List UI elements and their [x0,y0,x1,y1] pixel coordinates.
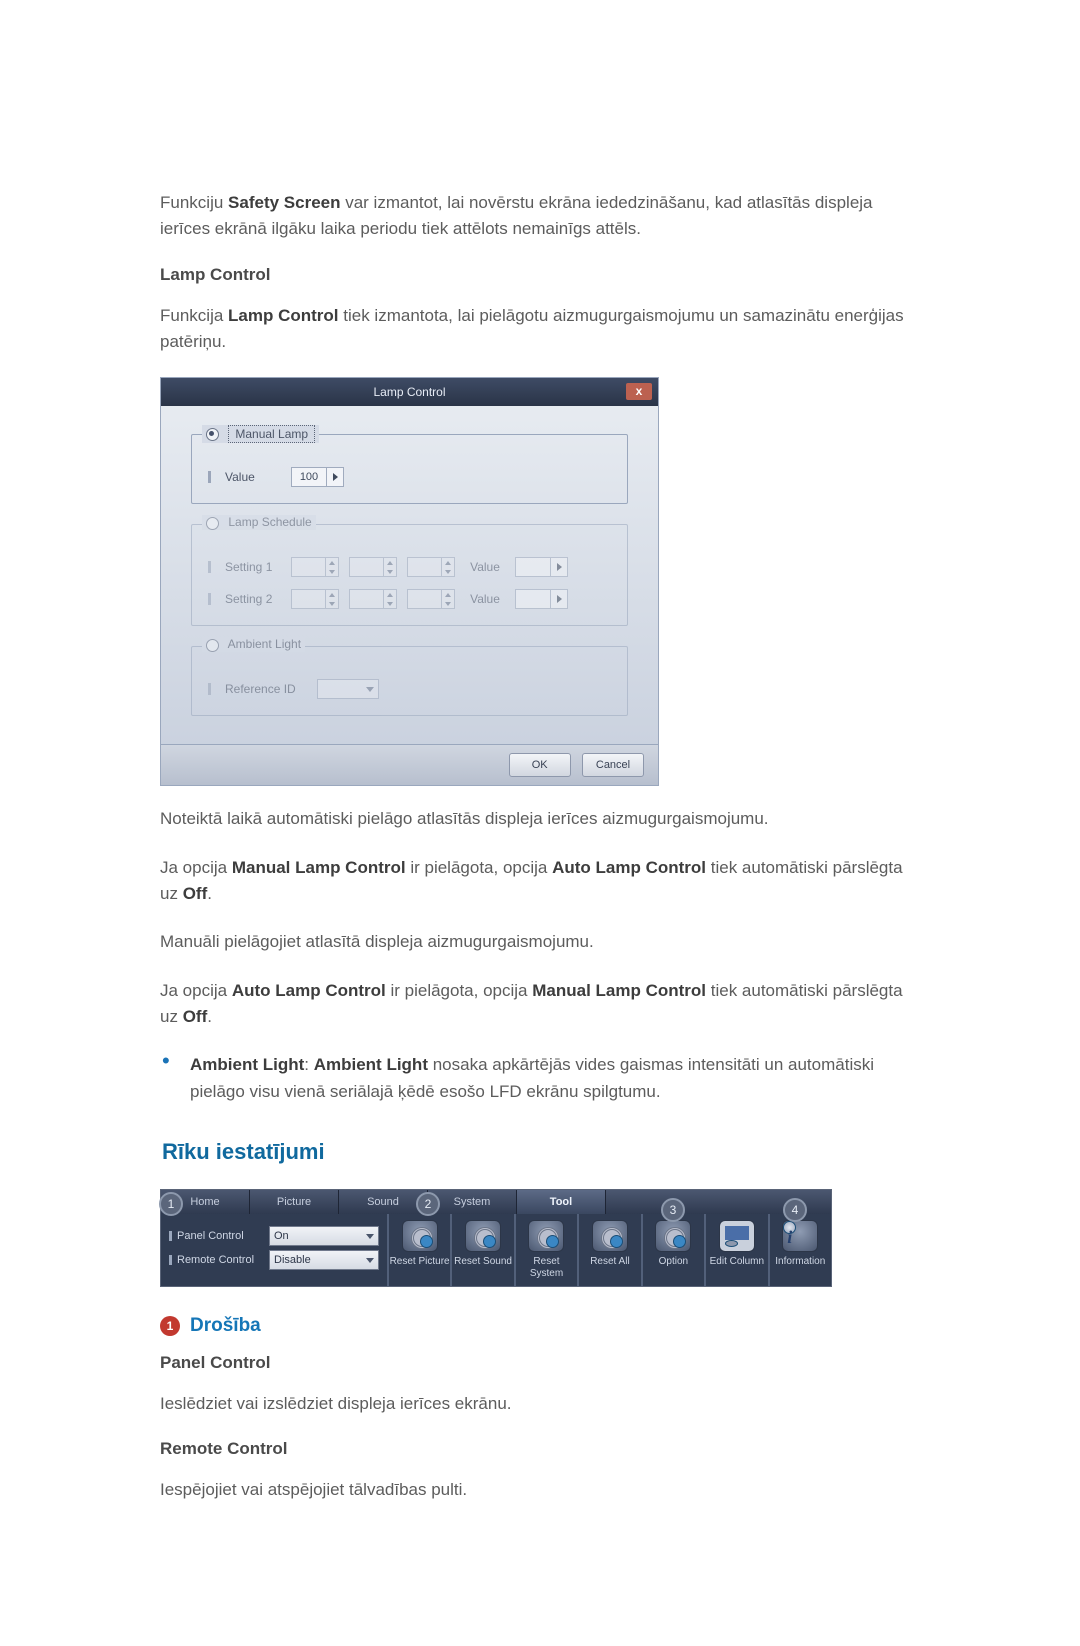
option-button[interactable]: Option [643,1214,706,1286]
remote-control-select[interactable]: Disable [269,1250,379,1270]
reset-system-icon [528,1220,564,1252]
setting1-hour[interactable] [291,557,339,577]
lamp-control-dialog: Lamp Control x Manual Lamp Value 100 [160,377,659,786]
value-stepper[interactable]: 100 [291,467,344,487]
reference-id-label: Reference ID [225,682,307,696]
tab-picture[interactable]: Picture [250,1190,339,1214]
bullet-icon: • [160,1052,190,1105]
tab-sound[interactable]: Sound [339,1190,428,1214]
reset-picture-button[interactable]: Reset Picture [389,1214,452,1286]
edit-column-button[interactable]: Edit Column [706,1214,769,1286]
marker-1: 1 [159,1192,183,1216]
manual-adjust-paragraph: Manuāli pielāgojiet atlasītā displeja ai… [160,929,920,955]
tool-toolbar: 1 Home Picture Sound 2 System Tool 3 4 P… [160,1189,832,1287]
section-1-heading: 1 Drošība [160,1315,920,1337]
manual-lamp-label: Manual Lamp [228,425,315,443]
tab-system[interactable]: System [428,1190,517,1214]
arrow-right-icon[interactable] [326,468,343,486]
manual-lamp-radio[interactable] [206,428,219,441]
auto-adjust-paragraph: Noteiktā laikā automātiski pielāgo atlas… [160,806,920,832]
information-button[interactable]: Information [770,1214,831,1286]
reference-id-dropdown[interactable] [317,679,379,699]
lamp-control-heading: Lamp Control [160,265,920,285]
remote-control-text: Iespējojiet vai atspējojiet tālvadības p… [160,1477,920,1503]
setting1-min[interactable] [349,557,397,577]
ambient-light-bullet: • Ambient Light: Ambient Light nosaka ap… [160,1052,920,1105]
reset-system-button[interactable]: Reset System [516,1214,579,1286]
cancel-button[interactable]: Cancel [582,753,644,777]
manual-lamp-group: Manual Lamp Value 100 [191,434,628,504]
dialog-titlebar: Lamp Control x [161,378,658,406]
lamp-control-paragraph: Funkcija Lamp Control tiek izmantota, la… [160,303,920,356]
setting2-label: Setting 2 [225,592,281,606]
option-icon [655,1220,691,1252]
marker-2: 2 [416,1192,440,1216]
remote-control-heading: Remote Control [160,1439,920,1459]
chevron-down-icon [366,1234,374,1239]
panel-control-select[interactable]: On [269,1226,379,1246]
lamp-schedule-group: Lamp Schedule Setting 1 Value Setting 2 [191,524,628,626]
tab-tool[interactable]: Tool [517,1190,606,1214]
setting2-min[interactable] [349,589,397,609]
setting1-value[interactable] [515,557,568,577]
reset-all-button[interactable]: Reset All [579,1214,642,1286]
edit-column-icon [719,1220,755,1252]
ok-button[interactable]: OK [509,753,571,777]
marker-3: 3 [661,1198,685,1222]
auto-to-manual-paragraph: Ja opcija Auto Lamp Control ir pielāgota… [160,978,920,1031]
lamp-schedule-label: Lamp Schedule [228,515,311,529]
ambient-light-radio[interactable] [206,639,219,652]
marker-4: 4 [783,1198,807,1222]
setting1-ampm[interactable] [407,557,455,577]
reset-all-icon [592,1220,628,1252]
reset-picture-icon [402,1220,438,1252]
toolbar-tabs: 1 Home Picture Sound 2 System Tool 3 4 [161,1190,831,1214]
chevron-down-icon [366,1258,374,1263]
security-panel: Panel Control On Remote Control Disable [161,1214,389,1286]
section-number-badge: 1 [160,1316,180,1336]
setting2-hour[interactable] [291,589,339,609]
panel-control-text: Ieslēdziet vai izslēdziet displeja ierīc… [160,1391,920,1417]
information-icon [782,1220,818,1252]
close-icon[interactable]: x [626,383,652,400]
setting2-value[interactable] [515,589,568,609]
panel-control-label: Panel Control [169,1230,269,1242]
dialog-footer: OK Cancel [161,744,658,785]
setting1-label: Setting 1 [225,560,281,574]
setting2-ampm[interactable] [407,589,455,609]
safety-screen-paragraph: Funkciju Safety Screen var izmantot, lai… [160,190,920,243]
remote-control-label: Remote Control [169,1254,269,1266]
tool-settings-heading: Rīku iestatījumi [162,1139,920,1165]
panel-control-heading: Panel Control [160,1353,920,1373]
lamp-schedule-radio[interactable] [206,517,219,530]
value-label: Value [225,470,281,484]
reset-sound-button[interactable]: Reset Sound [452,1214,515,1286]
reset-sound-icon [465,1220,501,1252]
ambient-light-label: Ambient Light [228,637,301,651]
manual-to-auto-paragraph: Ja opcija Manual Lamp Control ir pielāgo… [160,855,920,908]
ambient-light-group: Ambient Light Reference ID [191,646,628,716]
